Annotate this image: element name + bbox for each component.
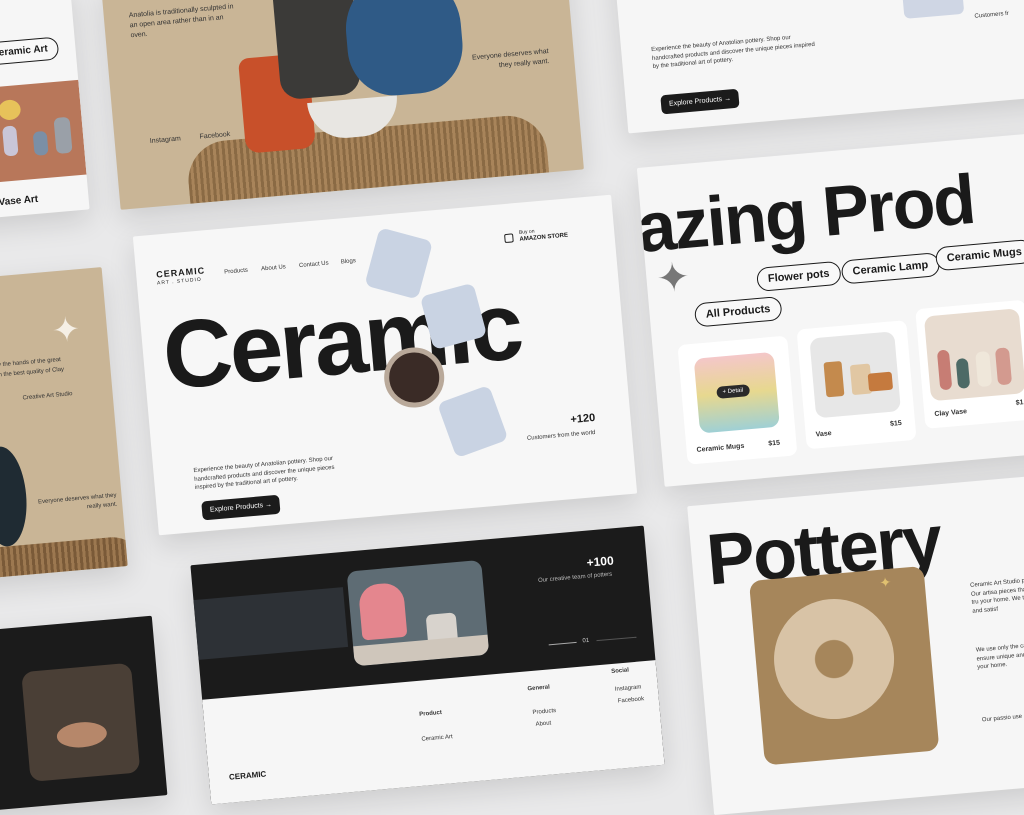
card-team: +100 Our creative team of potters 01 Pro… [190, 525, 665, 805]
footer-brand: CERAMIC [228, 769, 267, 782]
top-center-text: Anatolia is traditionally sculpted in an… [128, 3, 234, 39]
product-name-2: Clay Vase [934, 408, 968, 419]
hero-stat-label: Customers from the world [526, 429, 596, 442]
team-photo-left [193, 587, 349, 660]
slider-line-right [596, 636, 637, 642]
sparkle-icon: ✦ [50, 310, 83, 351]
vase-photo [0, 79, 87, 183]
card-left-mid: ✦ by the hands of the great ith the best… [0, 267, 128, 583]
product-price-1: $15 [889, 419, 903, 428]
hero-explore-button[interactable]: Explore Products → [201, 494, 281, 521]
team-photo-main [346, 559, 490, 667]
product-card-mugs[interactable]: + Detail Ceramic Mugs $15 [677, 335, 798, 465]
left-mid-studio: Creative Art Studio [22, 391, 73, 402]
team-stat-label: Our creative team of potters [537, 571, 613, 585]
footer-link-products[interactable]: Products [532, 707, 556, 718]
clay-vase-photo [923, 308, 1024, 402]
filter-ceramic-lamp[interactable]: Ceramic Lamp [840, 252, 941, 285]
product-card-vase[interactable]: Vase $15 [796, 320, 917, 450]
hero-stat-value: +120 [569, 411, 596, 427]
explore-label: Explore Products [668, 96, 723, 108]
card-hero: CERAMIC ART . STUDIO Products About Us C… [132, 194, 638, 536]
left-mid-tagline: Everyone deserves what they really want. [37, 492, 118, 510]
footer-col-general-title: General [527, 684, 551, 693]
nav-about[interactable]: About Us [261, 263, 286, 274]
card-top-right: Experience the beauty of Anatolian potte… [613, 0, 1024, 134]
team-footer: Product Ceramic Art General Products Abo… [202, 660, 665, 805]
product-name-1: Vase [815, 430, 832, 439]
card-pottery: Pottery ✦ Ceramic Art Studio pottery. Ou… [687, 474, 1024, 815]
filter-ceramic-mugs[interactable]: Ceramic Mugs [934, 238, 1024, 272]
pottery-text-2: We use only the care to ensure unique an… [975, 642, 1024, 671]
white-mug-photo [900, 0, 965, 19]
filter-all-products[interactable]: All Products [693, 296, 783, 328]
top-right-explore-button[interactable]: Explore Products → [660, 88, 740, 115]
top-center-tagline: Everyone deserves what they really want. [471, 47, 550, 70]
hero-explore-label: Explore Products [209, 502, 264, 514]
store-icon [504, 233, 514, 244]
slider-line-left [548, 641, 577, 646]
card-bottom-left [0, 615, 168, 815]
filter-flower-pots[interactable]: Flower pots [755, 260, 842, 292]
sparkle-small-icon: ✦ [878, 573, 892, 591]
pottery-text-1: Ceramic Art Studio pottery. Our artisa p… [969, 576, 1024, 615]
slide-number: 01 [582, 637, 590, 645]
footer-link-facebook[interactable]: Facebook [618, 695, 645, 706]
card-products: azing Prod ✦ All Products Flower pots Ce… [636, 133, 1024, 487]
footer-link-about[interactable]: About [535, 719, 551, 729]
footer-col-product-title: Product [419, 709, 443, 718]
nav-contact[interactable]: Contact Us [299, 260, 329, 271]
mockup-stage: Ceramic Art Vase Art Anatolia is traditi… [0, 0, 1024, 815]
footer-link-ceramic-art[interactable]: Ceramic Art [421, 733, 453, 744]
footer-link-instagram[interactable]: Instagram [615, 683, 642, 694]
blue-vase [341, 0, 467, 100]
nav-blogs[interactable]: Blogs [341, 257, 357, 267]
donut-vase [769, 594, 900, 725]
pottery-photo: ✦ [748, 565, 940, 766]
top-right-stat-label: Customers fr [974, 10, 1010, 20]
pottery-text-3: Our passio use only th [981, 712, 1024, 724]
dark-vase-partial [0, 444, 31, 549]
hero-description: Experience the beauty of Anatolian potte… [193, 455, 335, 492]
card-top-center: Anatolia is traditionally sculpted in an… [101, 0, 584, 210]
nav-products[interactable]: Products [224, 267, 248, 277]
product-price-0: $15 [768, 439, 781, 448]
footer-col-social-title: Social [611, 667, 630, 675]
mug-bottom [437, 384, 509, 459]
product-name-0: Ceramic Mugs [696, 442, 745, 454]
product-price-2: $1 [1015, 399, 1024, 407]
product-card-clay[interactable]: Clay Vase $1 [915, 299, 1024, 429]
vase-trio-photo [809, 331, 901, 419]
social-instagram[interactable]: Instagram [149, 134, 182, 146]
team-stat-value: +100 [586, 553, 615, 570]
detail-label: Detail [727, 387, 744, 395]
top-right-description: Experience the beauty of Anatolian potte… [651, 34, 816, 71]
vase-art-caption: Vase Art [0, 193, 39, 209]
products-headline: azing Prod [636, 159, 977, 268]
star-icon: ✦ [654, 254, 692, 302]
pill-ceramic-art[interactable]: Ceramic Art [0, 36, 60, 67]
pottery-wheel-photo [21, 662, 141, 782]
card-ceramic-art: Ceramic Art Vase Art [0, 0, 90, 220]
left-pedestal [0, 534, 128, 583]
